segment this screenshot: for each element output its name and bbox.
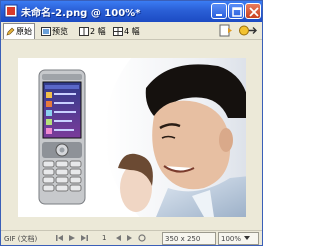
minimize-button[interactable] — [211, 3, 227, 19]
tab-original[interactable]: 原始 — [3, 23, 35, 39]
tab-4-up[interactable]: 4 幅 — [113, 23, 140, 39]
document-canvas[interactable] — [18, 58, 246, 217]
play-icon[interactable] — [68, 234, 76, 242]
tab-4-up-label: 4 幅 — [124, 26, 140, 36]
tab-2-up-label: 2 幅 — [90, 26, 106, 36]
minimize-icon — [216, 14, 222, 16]
title-bar[interactable]: 未命名-2.png @ 100%* — [1, 1, 262, 22]
maximize-icon — [232, 7, 242, 17]
first-frame-icon[interactable] — [56, 234, 64, 242]
last-frame-icon[interactable] — [80, 234, 88, 242]
zoom-value: 100% — [221, 234, 242, 243]
status-bar: GIF (文档) 1 350 x 250 100% — [1, 230, 262, 245]
two-up-icon — [79, 26, 89, 36]
close-button[interactable] — [245, 3, 261, 19]
tab-original-label: 原始 — [16, 27, 32, 36]
tab-preview[interactable]: 预览 — [41, 23, 68, 39]
four-up-icon — [113, 26, 123, 36]
window-title: 未命名-2.png @ 100%* — [21, 8, 141, 19]
canvas-dimensions: 350 x 250 — [162, 232, 216, 245]
zoom-select[interactable]: 100% — [218, 232, 259, 245]
optimize-icon[interactable] — [238, 24, 258, 37]
fireworks-document-icon — [4, 4, 18, 18]
tab-preview-label: 预览 — [52, 26, 68, 36]
maximize-button[interactable] — [228, 3, 244, 19]
chevron-down-icon — [244, 236, 251, 240]
prev-frame-icon[interactable] — [114, 234, 122, 242]
preview-icon — [41, 26, 51, 36]
view-toolbar: 原始 预览 2 幅 4 幅 — [1, 22, 262, 40]
loop-icon[interactable] — [138, 234, 146, 242]
next-frame-icon[interactable] — [126, 234, 134, 242]
app-window: 未命名-2.png @ 100%* 原始 预览 2 幅 4 幅 GIF (文档)… — [0, 0, 263, 246]
canvas-image — [18, 58, 246, 217]
close-icon — [249, 7, 259, 17]
tab-2-up[interactable]: 2 幅 — [79, 23, 106, 39]
frame-number: 1 — [102, 234, 107, 242]
quick-export-icon[interactable] — [219, 24, 233, 37]
pencil-icon — [6, 27, 15, 36]
file-format-label: GIF (文档) — [4, 235, 38, 243]
